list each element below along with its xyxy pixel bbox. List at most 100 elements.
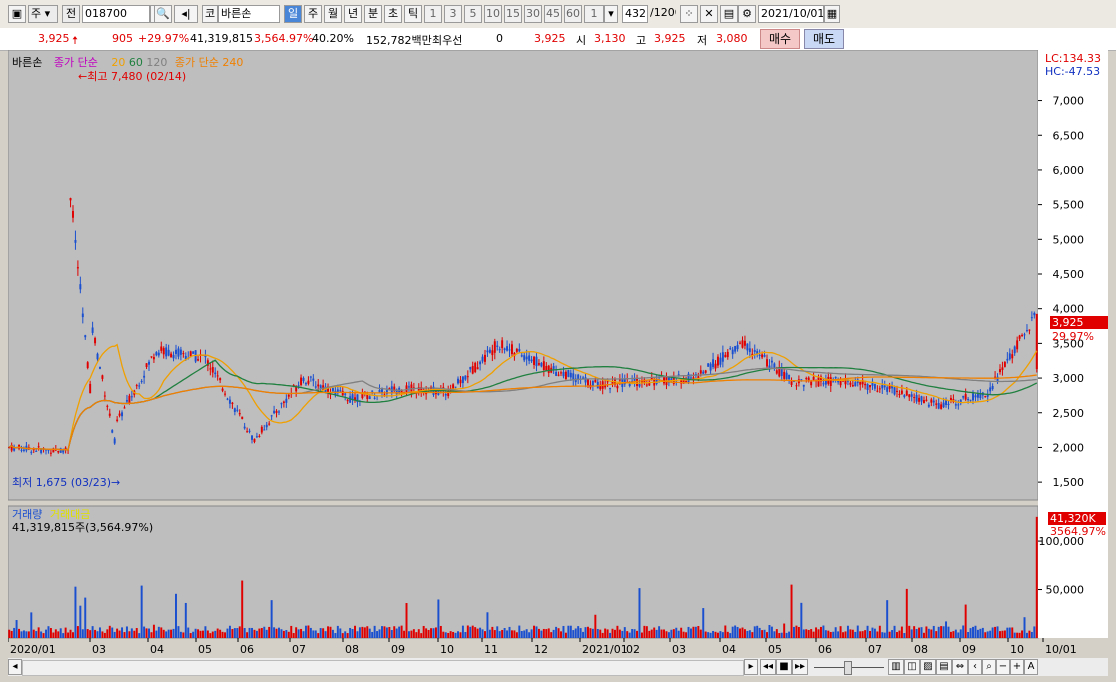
period-day-button[interactable]: 일: [284, 5, 302, 23]
candle-body: [157, 352, 160, 356]
volume-bar: [653, 627, 656, 638]
image-icon[interactable]: ▨: [920, 659, 936, 675]
candle-body: [741, 340, 744, 348]
volume-bar: [545, 629, 548, 638]
grid-icon[interactable]: ⁘: [680, 5, 698, 23]
candle-body: [481, 356, 484, 362]
volume-bar: [611, 628, 614, 638]
interval-10-button[interactable]: 10: [484, 5, 502, 23]
volume-bar: [658, 626, 661, 638]
candle-body: [766, 359, 768, 367]
calendar-icon[interactable]: ▦: [824, 5, 840, 23]
volume-bar: [246, 632, 249, 638]
period-week-button[interactable]: 주: [304, 5, 322, 23]
gear-icon[interactable]: ⚙: [738, 5, 756, 23]
chart-type-icon[interactable]: ▤: [936, 659, 952, 675]
forward-icon[interactable]: ▸▸: [792, 659, 808, 675]
fit-icon[interactable]: ◫: [904, 659, 920, 675]
period-year-button[interactable]: 년: [344, 5, 362, 23]
buy-button[interactable]: 매수: [760, 29, 800, 49]
market-type-select[interactable]: 주 ▾: [28, 5, 58, 23]
volume-bar: [697, 626, 700, 638]
interval-15-button[interactable]: 15: [504, 5, 522, 23]
volume-bar: [216, 628, 219, 638]
range-icon[interactable]: ⇔: [952, 659, 968, 675]
candle-body: [810, 381, 813, 386]
bar-chart-icon[interactable]: ▥: [888, 659, 904, 675]
rewind-icon[interactable]: ◂◂: [760, 659, 776, 675]
volume-bar: [376, 631, 379, 638]
volume-bar: [969, 628, 972, 638]
price-volume-chart[interactable]: 7,0006,5006,0005,5005,0004,5004,0003,500…: [8, 50, 1108, 656]
count-dropdown-icon[interactable]: ▾: [604, 5, 618, 23]
volume-bar: [40, 631, 43, 638]
candle-body: [937, 402, 940, 409]
search-icon[interactable]: 🔍: [154, 5, 172, 23]
period-second-button[interactable]: 초: [384, 5, 402, 23]
volume-bar: [86, 629, 89, 638]
candle-body: [118, 413, 121, 416]
candle-body: [562, 371, 565, 377]
period-tick-button[interactable]: 틱: [404, 5, 422, 23]
stop-icon[interactable]: ■: [776, 659, 792, 675]
candle-body: [707, 363, 710, 367]
volume-bar: [547, 628, 550, 638]
period-label[interactable]: 전: [62, 5, 80, 23]
candle-body: [454, 386, 457, 388]
volume-bar: [275, 628, 278, 638]
candle-body: [800, 379, 803, 381]
stock-code-input[interactable]: 018700: [82, 5, 150, 23]
stock-name-field[interactable]: 바른손: [218, 5, 280, 23]
horizontal-scrollbar[interactable]: [22, 660, 744, 676]
interval-1-button[interactable]: 1: [424, 5, 442, 23]
interval-30-button[interactable]: 30: [524, 5, 542, 23]
up-arrow-icon: 🠅: [72, 34, 79, 47]
candle-body: [285, 398, 288, 403]
range-max: /1200: [650, 6, 676, 19]
magnifier-icon[interactable]: ⌕: [982, 659, 996, 675]
chart-area[interactable]: 7,000 6,500 6,000 5,500 5,000 4,500 4,000 3,500…: [8, 50, 1108, 656]
zoom-slider[interactable]: [814, 660, 884, 675]
candle-body: [805, 378, 808, 380]
market-prefix[interactable]: 코: [202, 5, 218, 23]
volume-bar: [606, 629, 609, 638]
candle-body: [140, 380, 143, 382]
left-arrow-icon[interactable]: ‹: [968, 659, 982, 675]
scroll-toolbar: ◂ ▸ ◂◂ ■ ▸▸ ▥ ◫ ▨ ▤ ⇔ ‹ ⌕ − + A: [8, 658, 1108, 676]
period-minute-button[interactable]: 분: [364, 5, 382, 23]
scroll-right-icon[interactable]: ▸: [744, 659, 758, 675]
interval-60-button[interactable]: 60: [564, 5, 582, 23]
quote-bar: 3,925 🠅 905 +29.97% 41,319,815 3,564.97%…: [0, 28, 1116, 51]
date-input[interactable]: 2021/10/01: [758, 5, 824, 23]
save-icon[interactable]: ▤: [720, 5, 738, 23]
zoom-out-button[interactable]: −: [996, 659, 1010, 675]
text-button[interactable]: A: [1024, 659, 1038, 675]
volume-bar: [579, 628, 582, 638]
sell-button[interactable]: 매도: [804, 29, 844, 49]
range-input[interactable]: 432: [622, 5, 648, 23]
interval-3-button[interactable]: 3: [444, 5, 462, 23]
candle-body: [913, 397, 916, 399]
zoom-in-button[interactable]: +: [1010, 659, 1024, 675]
count-input[interactable]: 1: [584, 5, 604, 23]
volume-bar: [251, 627, 253, 638]
window-icon[interactable]: ▣: [8, 5, 26, 23]
volume-bar: [363, 627, 366, 638]
crosshair-icon[interactable]: ✕: [700, 5, 718, 23]
candle-body: [606, 381, 609, 383]
interval-5-button[interactable]: 5: [464, 5, 482, 23]
volume-bar: [692, 626, 695, 638]
zoom-slider-thumb[interactable]: [844, 661, 852, 675]
volume-bar: [133, 630, 136, 638]
speaker-icon[interactable]: ◂|: [174, 5, 198, 23]
toolbar: ▣ 주 ▾ 전 018700 ▾ 🔍 ◂| 코 바른손 일 주 월 년 분 초 …: [0, 0, 1116, 29]
candle-body: [520, 355, 523, 357]
candle-body: [690, 377, 692, 379]
period-month-button[interactable]: 월: [324, 5, 342, 23]
interval-45-button[interactable]: 45: [544, 5, 562, 23]
candle-body: [854, 382, 857, 387]
candle-body: [822, 383, 825, 385]
scroll-left-icon[interactable]: ◂: [8, 659, 22, 675]
candle-body: [20, 449, 23, 451]
volume-bar: [584, 627, 587, 638]
